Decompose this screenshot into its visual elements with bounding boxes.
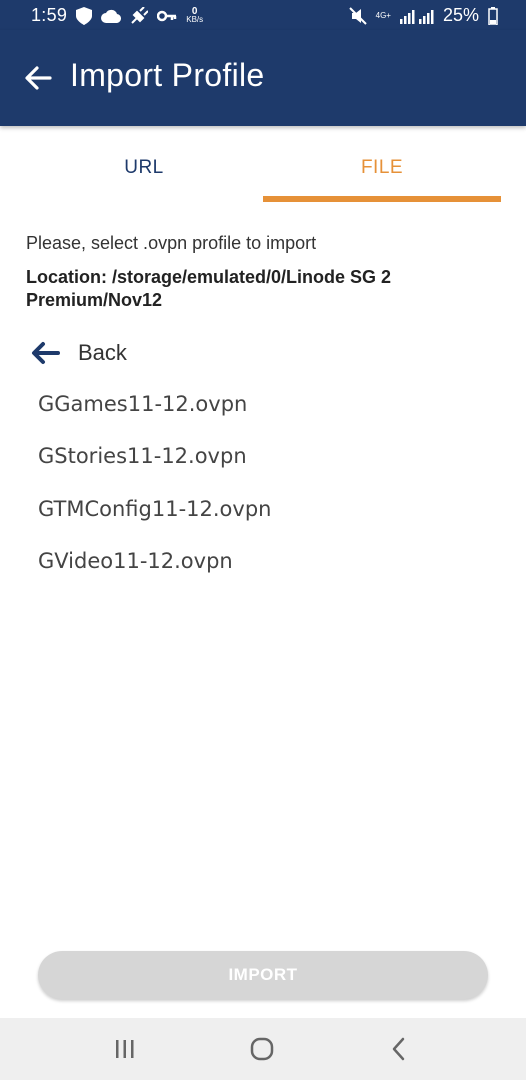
tab-url[interactable]: URL <box>25 126 263 204</box>
page-title: Import Profile <box>70 57 265 93</box>
vpn-key-plug-icon <box>130 6 149 25</box>
file-item[interactable]: GStories11-12.ovpn <box>38 444 247 468</box>
mute-icon <box>348 6 367 25</box>
status-bar: 1:59 0 KB/s 4G+ 25% <box>0 0 526 30</box>
network-type: 4G+ <box>375 10 391 20</box>
instruction-text: Please, select .ovpn profile to import <box>26 233 317 253</box>
file-item[interactable]: GVideo11-12.ovpn <box>38 549 233 573</box>
recent-apps-icon[interactable] <box>111 1036 139 1062</box>
tab-selected-indicator <box>263 196 501 202</box>
network-speed: 0 KB/s <box>186 5 204 24</box>
arrow-left-icon[interactable] <box>24 64 52 92</box>
tab-bar: URL FILE <box>0 126 526 204</box>
import-button[interactable]: IMPORT <box>38 951 488 999</box>
battery-percent: 25% <box>442 5 479 25</box>
signal-icon <box>399 8 434 24</box>
key-icon <box>157 10 177 22</box>
status-time: 1:59 <box>31 5 68 25</box>
cloud-icon <box>101 9 122 23</box>
back-folder-button[interactable]: Back <box>30 336 127 370</box>
home-icon[interactable] <box>248 1036 276 1062</box>
app-bar: Import Profile <box>0 30 526 126</box>
nav-back-icon[interactable] <box>386 1036 414 1062</box>
tab-url-label: URL <box>124 157 164 178</box>
tab-file[interactable]: FILE <box>263 126 501 204</box>
location-path: Location: /storage/emulated/0/Linode SG … <box>26 267 392 310</box>
back-label: Back <box>78 340 127 365</box>
shield-icon <box>76 6 93 25</box>
battery-icon <box>488 6 498 25</box>
system-nav-bar <box>0 1018 526 1080</box>
file-item[interactable]: GGames11-12.ovpn <box>38 392 247 416</box>
status-bar-right: 4G+ 25% <box>348 5 498 26</box>
arrow-left-icon <box>30 341 60 365</box>
tab-file-label: FILE <box>360 157 404 178</box>
file-item[interactable]: GTMConfig11-12.ovpn <box>38 497 271 521</box>
status-bar-left: 1:59 0 KB/s <box>31 5 203 26</box>
